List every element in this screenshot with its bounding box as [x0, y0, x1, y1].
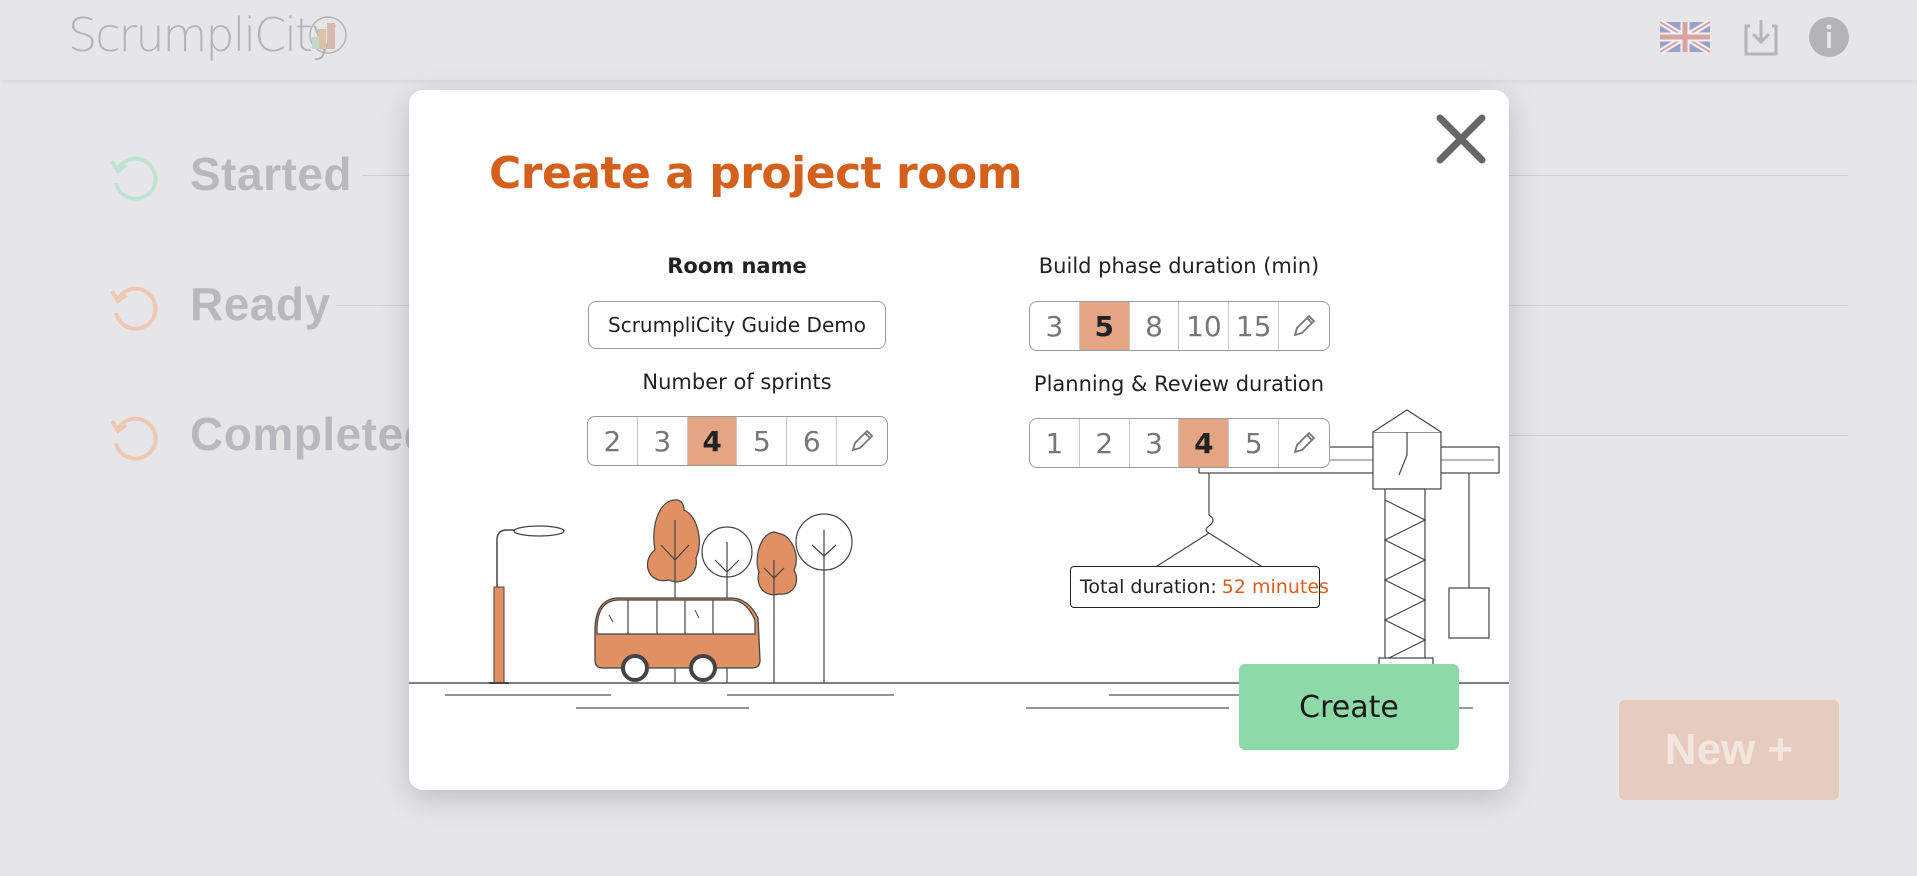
- planning-review-option-selected[interactable]: 4: [1179, 419, 1230, 467]
- modal-title: Create a project room: [489, 148, 1023, 199]
- download-icon[interactable]: [1736, 16, 1786, 58]
- room-name-label: Room name: [667, 254, 807, 278]
- planning-review-option[interactable]: 5: [1229, 419, 1280, 467]
- create-button[interactable]: Create: [1239, 664, 1459, 750]
- language-flag-icon[interactable]: [1660, 16, 1710, 58]
- build-phase-option-selected[interactable]: 5: [1079, 302, 1130, 350]
- pencil-icon: [1293, 314, 1316, 337]
- planning-review-edit-button[interactable]: [1279, 419, 1329, 467]
- refresh-icon: [110, 416, 158, 461]
- build-phase-selector: 3 5 8 10 15: [1029, 301, 1330, 351]
- create-room-modal: Create a project room Room name Number o…: [409, 90, 1509, 790]
- planning-review-label: Planning & Review duration: [1033, 372, 1325, 396]
- build-phase-option[interactable]: 15: [1229, 302, 1280, 350]
- sprints-selector: 2 3 4 5 6: [587, 416, 888, 466]
- divider: [1509, 435, 1848, 436]
- total-duration: Total duration: 52 minutes: [1070, 566, 1329, 608]
- city-logo-icon: [309, 16, 347, 54]
- sprints-option[interactable]: 5: [737, 417, 788, 465]
- status-label: Ready: [190, 278, 331, 330]
- sprints-label: Number of sprints: [642, 370, 832, 394]
- app-logo[interactable]: ScrumpliCity: [68, 8, 338, 62]
- planning-review-option[interactable]: 3: [1130, 419, 1180, 467]
- sprints-edit-button[interactable]: [837, 417, 887, 465]
- status-label: Completed: [190, 408, 433, 460]
- refresh-icon: [110, 156, 158, 201]
- status-label: Started: [190, 148, 352, 200]
- new-room-button[interactable]: New +: [1619, 700, 1839, 800]
- sprints-option-selected[interactable]: 4: [687, 417, 738, 465]
- top-bar: ScrumpliCity: [0, 0, 1917, 80]
- info-icon[interactable]: [1804, 16, 1854, 58]
- build-phase-option[interactable]: 3: [1030, 302, 1080, 350]
- planning-review-selector: 1 2 3 4 5: [1029, 418, 1330, 468]
- planning-review-option[interactable]: 1: [1030, 419, 1080, 467]
- total-duration-label: Total duration:: [1080, 576, 1217, 598]
- build-phase-label: Build phase duration (min): [1038, 254, 1320, 278]
- pencil-icon: [1293, 431, 1316, 454]
- close-icon[interactable]: [1434, 112, 1488, 166]
- sprints-option[interactable]: 2: [588, 417, 638, 465]
- sprints-option[interactable]: 6: [787, 417, 838, 465]
- room-name-input[interactable]: [588, 301, 886, 349]
- refresh-icon: [110, 286, 158, 331]
- build-phase-edit-button[interactable]: [1279, 302, 1329, 350]
- build-phase-option[interactable]: 10: [1179, 302, 1230, 350]
- sprints-option[interactable]: 3: [638, 417, 688, 465]
- pencil-icon: [851, 429, 874, 452]
- planning-review-option[interactable]: 2: [1080, 419, 1130, 467]
- build-phase-option[interactable]: 8: [1130, 302, 1180, 350]
- total-duration-value: 52 minutes: [1221, 576, 1329, 598]
